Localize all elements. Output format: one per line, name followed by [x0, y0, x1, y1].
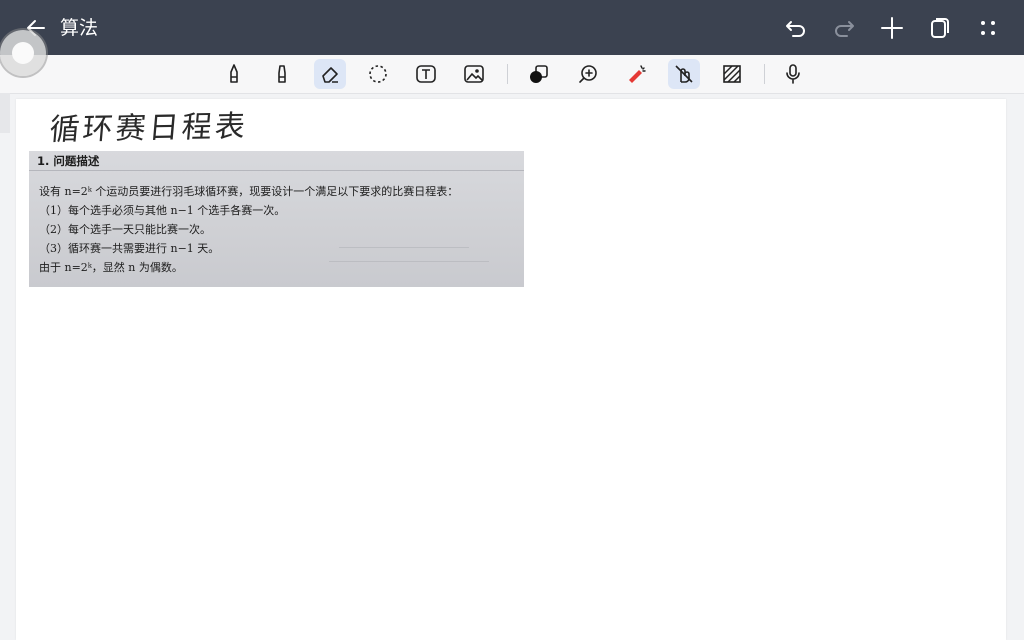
plus-icon[interactable] [878, 14, 906, 42]
bleed-through-line [339, 247, 469, 248]
app-header: 算法 [0, 0, 1024, 55]
photo-text-line: 由于 n=2ᵏ，显然 n 为偶数。 [39, 261, 183, 274]
toolbar-divider [764, 64, 765, 84]
photo-rule [29, 170, 524, 171]
bleed-through-line [329, 261, 489, 262]
shapes-icon[interactable] [523, 59, 555, 89]
photo-text-line: 设有 n=2ᵏ 个运动员要进行羽毛球循环赛，现要设计一个满足以下要求的比赛日程表… [39, 185, 459, 198]
drawing-toolbar [0, 55, 1024, 94]
eraser-icon[interactable] [314, 59, 346, 89]
fountain-pen-icon[interactable] [218, 59, 250, 89]
laser-pointer-icon[interactable] [620, 59, 652, 89]
photo-text-line: （1）每个选手必须与其他 n−1 个选手各赛一次。 [39, 204, 286, 217]
microphone-icon[interactable] [777, 59, 809, 89]
finger-draw-icon[interactable] [668, 59, 700, 89]
redo-icon[interactable] [830, 14, 858, 42]
handwritten-title: 循环赛日程表 [47, 109, 250, 148]
zoom-icon[interactable] [572, 59, 604, 89]
notebook-title: 算法 [60, 17, 99, 39]
toolbar-divider [507, 64, 508, 84]
photo-text-line: （3）循环赛一共需要进行 n−1 天。 [39, 242, 220, 255]
undo-icon[interactable] [782, 14, 810, 42]
page-edge [0, 93, 10, 133]
dots-grid-icon[interactable] [974, 14, 1002, 42]
photo-section-heading: 1. 问题描述 [37, 154, 100, 168]
lasso-icon[interactable] [362, 59, 394, 89]
copy-pages-icon[interactable] [926, 14, 954, 42]
pattern-icon[interactable] [716, 59, 748, 89]
note-page[interactable]: 循环赛日程表 1. 问题描述 设有 n=2ᵏ 个运动员要进行羽毛球循环赛，现要设… [16, 99, 1006, 640]
pasted-photo[interactable]: 1. 问题描述 设有 n=2ᵏ 个运动员要进行羽毛球循环赛，现要设计一个满足以下… [29, 151, 524, 287]
image-icon[interactable] [458, 59, 490, 89]
highlighter-icon[interactable] [266, 59, 298, 89]
text-box-icon[interactable] [410, 59, 442, 89]
floating-assist-button[interactable] [0, 30, 46, 76]
photo-text-line: （2）每个选手一天只能比赛一次。 [39, 223, 211, 236]
